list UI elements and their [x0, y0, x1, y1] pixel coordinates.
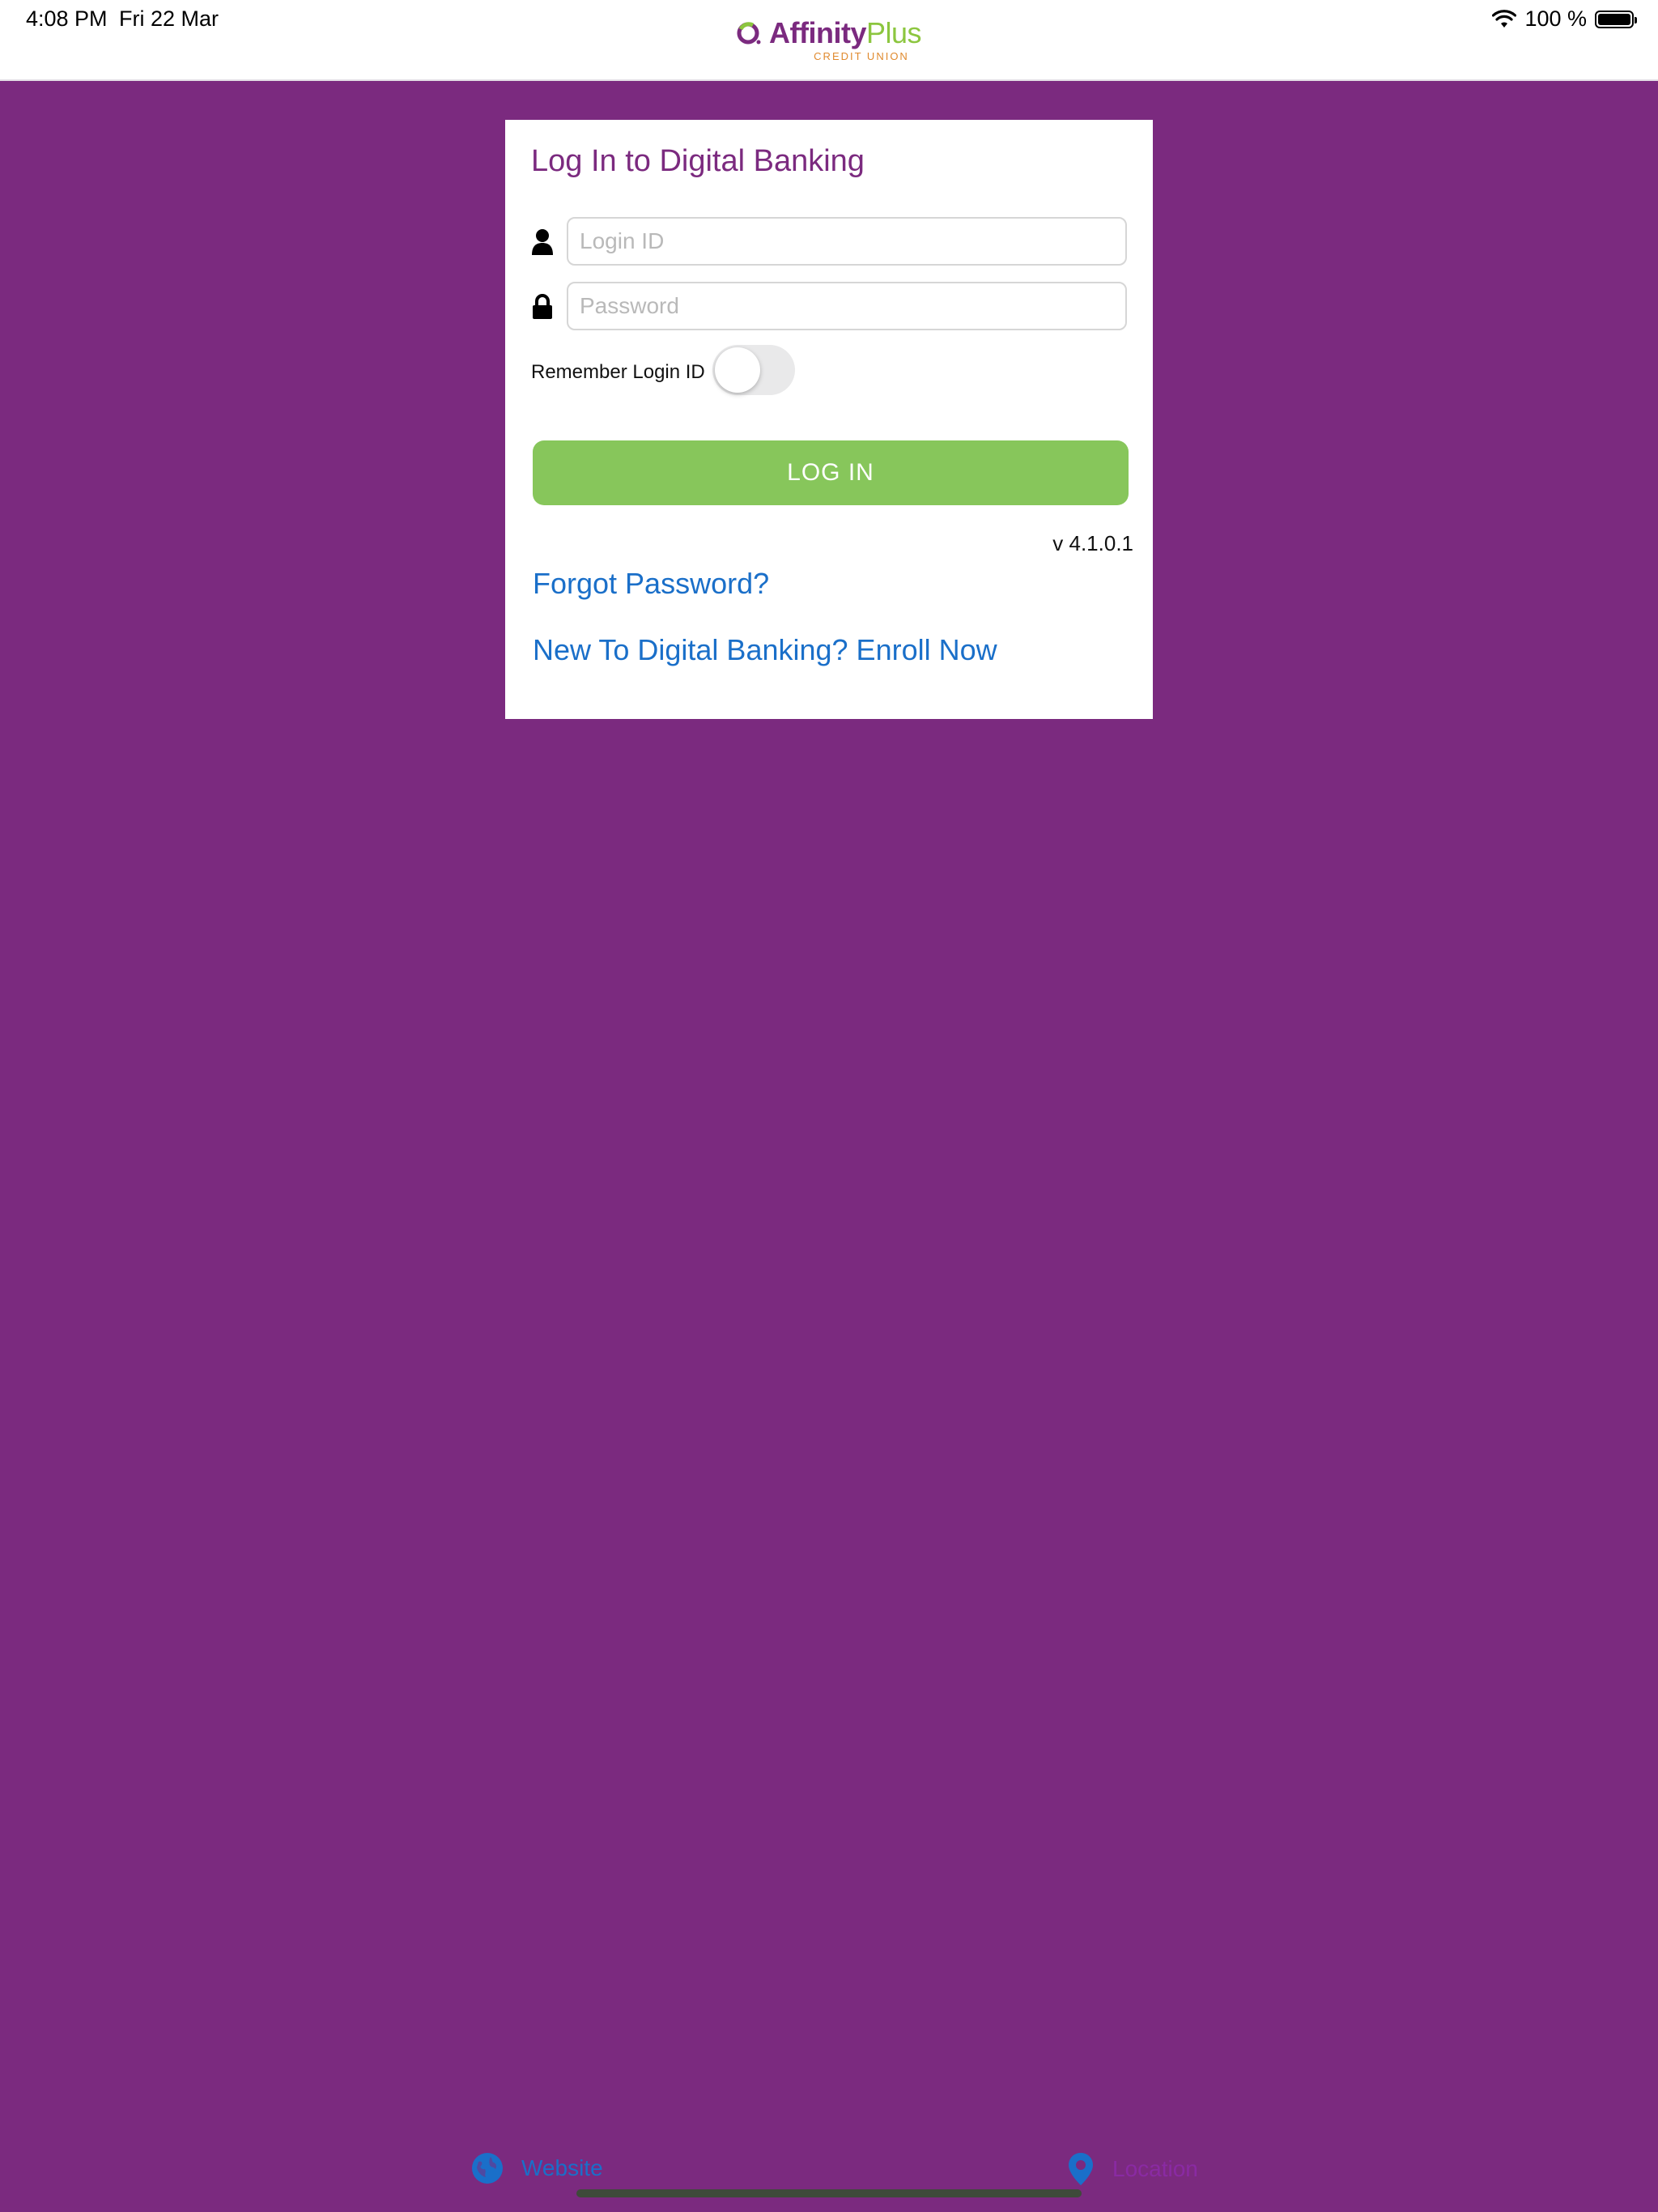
- battery-percent: 100 %: [1524, 6, 1587, 31]
- top-bar: 4:08 PM Fri 22 Mar AffinityPlus CREDIT U…: [0, 0, 1658, 81]
- logo-subtitle: CREDIT UNION: [814, 50, 909, 62]
- battery-icon: [1595, 10, 1637, 28]
- home-indicator[interactable]: [576, 2189, 1082, 2197]
- globe-icon: [472, 2153, 503, 2184]
- logo-word-affinity: Affinity: [769, 16, 866, 49]
- logo-mark-icon: [737, 22, 761, 45]
- logo-word-plus: Plus: [865, 16, 922, 49]
- login-button[interactable]: LOG IN: [533, 440, 1129, 505]
- status-indicators: 100 %: [1492, 6, 1637, 32]
- location-label: Location: [1112, 2156, 1198, 2181]
- app-version: v 4.1.0.1: [1052, 531, 1133, 555]
- login-id-row: [531, 217, 1127, 269]
- password-input[interactable]: [567, 282, 1127, 330]
- website-label: Website: [521, 2155, 603, 2180]
- status-date: Fri 22 Mar: [119, 6, 219, 31]
- login-title: Log In to Digital Banking: [531, 144, 865, 178]
- login-card: Log In to Digital Banking Remember Login…: [505, 120, 1153, 719]
- user-icon: [532, 229, 553, 255]
- enroll-now-link[interactable]: New To Digital Banking? Enroll Now: [533, 633, 997, 667]
- affinityplus-logo: AffinityPlus CREDIT UNION: [737, 16, 922, 62]
- remember-login-label: Remember Login ID: [531, 361, 705, 383]
- password-row: [531, 282, 1127, 334]
- lock-icon: [533, 294, 552, 319]
- wifi-icon: [1492, 9, 1517, 28]
- website-link[interactable]: Website: [471, 2152, 603, 2184]
- forgot-password-link[interactable]: Forgot Password?: [533, 567, 769, 601]
- toggle-knob: [715, 347, 760, 393]
- location-link[interactable]: Location: [1067, 2152, 1198, 2186]
- status-time: 4:08 PM: [26, 6, 108, 31]
- location-pin-icon: [1069, 2153, 1093, 2185]
- login-id-input[interactable]: [567, 217, 1127, 266]
- remember-login-toggle[interactable]: [712, 345, 795, 395]
